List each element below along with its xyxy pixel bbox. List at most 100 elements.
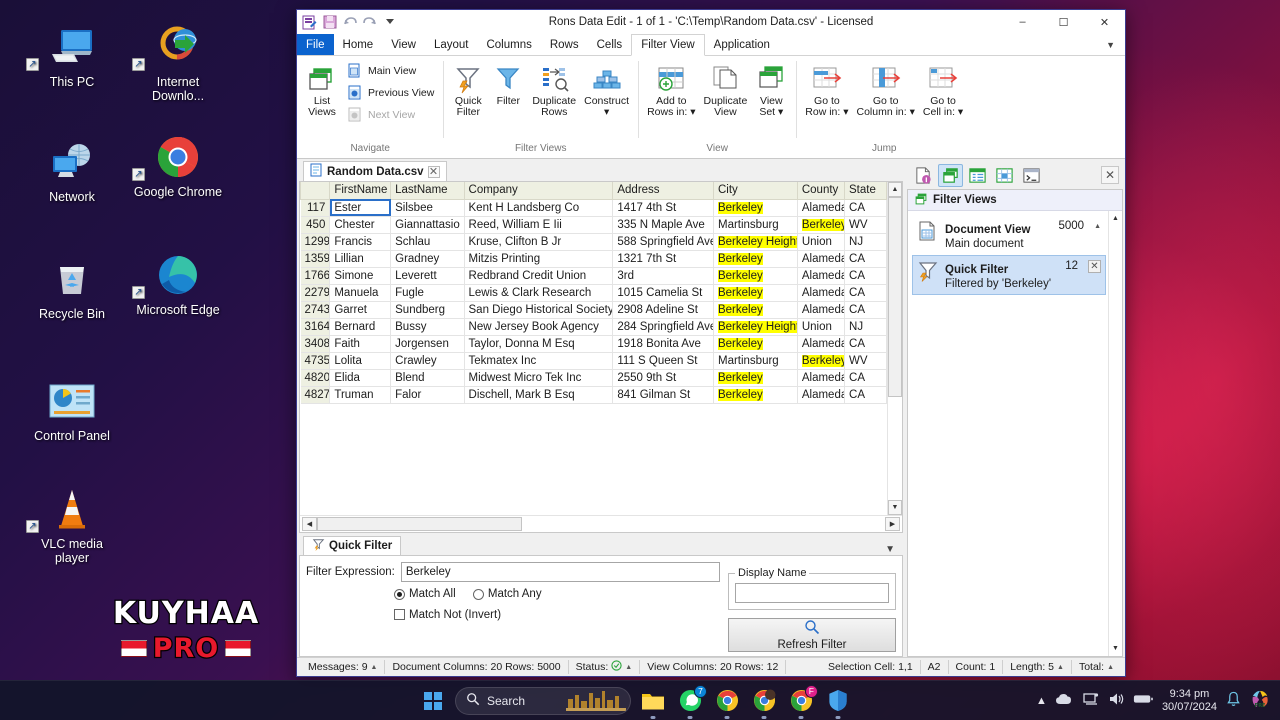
table-row[interactable]: 4820 Elida Blend Midwest Micro Tek Inc 2550 … [300, 369, 887, 387]
cell-lastname[interactable]: Schlau [390, 233, 465, 251]
filter-button[interactable]: Filter [488, 60, 528, 109]
bell-icon[interactable] [1226, 691, 1241, 710]
cell-lastname[interactable]: Giannattasio [390, 216, 465, 234]
desktop-icon-recycle-bin[interactable]: Recycle Bin [24, 254, 120, 321]
quick-filter-tab[interactable]: Quick Filter [303, 536, 402, 555]
cell-lastname[interactable]: Bussy [390, 318, 465, 336]
cell-state[interactable]: NJ [844, 318, 887, 336]
tab-layout[interactable]: Layout [425, 34, 478, 55]
cell-lastname[interactable]: Leverett [390, 267, 465, 285]
duplicate-rows-button[interactable]: Duplicate Rows [528, 60, 580, 120]
cell-address[interactable]: 335 N Maple Ave [612, 216, 714, 234]
cell-city[interactable]: Berkeley [713, 386, 798, 404]
cell-address[interactable]: 1918 Bonita Ave [612, 335, 714, 353]
table-row[interactable]: 450 Chester Giannattasio Reed, William E Ii… [300, 216, 887, 234]
caret-up-icon[interactable]: ▲ [371, 664, 378, 671]
cell-county[interactable]: Alameda [797, 250, 846, 268]
cell-lastname[interactable]: Gradney [390, 250, 465, 268]
cell-county[interactable]: Berkeley [797, 216, 846, 234]
cell-company[interactable]: Redbrand Credit Union [464, 267, 614, 285]
chevron-down-icon[interactable]: ▼ [1096, 34, 1125, 55]
caret-up-icon[interactable]: ▲ [1057, 664, 1064, 671]
scroll-left-arrow-icon[interactable]: ◀ [302, 517, 317, 531]
minimize-button[interactable]: – [1002, 10, 1043, 34]
console-icon[interactable] [1019, 164, 1044, 187]
cell-company[interactable]: Kruse, Clifton B Jr [464, 233, 614, 251]
cell-county[interactable]: Alameda [797, 369, 846, 387]
row-id-cell[interactable]: 2279 [300, 284, 331, 302]
quick-filter-button[interactable]: Quick Filter [448, 60, 488, 120]
grid-column-header-city[interactable]: City [712, 182, 798, 200]
grid-viewport[interactable]: FirstName LastName Company Address City Count… [300, 182, 887, 515]
tab-rows[interactable]: Rows [541, 34, 588, 55]
cell-state[interactable]: NJ [844, 233, 887, 251]
cell-county[interactable]: Union [797, 233, 846, 251]
cell-city[interactable]: Berkeley [713, 369, 798, 387]
cell-city[interactable]: Berkeley [713, 301, 798, 319]
cell-address[interactable]: 588 Springfield Ave [612, 233, 714, 251]
tab-columns[interactable]: Columns [477, 34, 540, 55]
cell-firstname[interactable]: Manuela [329, 284, 392, 302]
cell-address[interactable]: 2550 9th St [612, 369, 714, 387]
previous-view-button[interactable]: Previous View [342, 82, 438, 104]
chevron-up-icon[interactable]: ▲ [1036, 695, 1047, 707]
grid-column-header-lastname[interactable]: LastName [390, 182, 465, 200]
cell-state[interactable]: CA [844, 369, 887, 387]
cell-company[interactable]: Dischell, Mark B Esq [464, 386, 614, 404]
table-row[interactable]: 117 Ester Silsbee Kent H Landsberg Co 1417 4… [300, 199, 887, 217]
cell-city[interactable]: Berkeley [713, 267, 798, 285]
view-set-button[interactable]: View Set ▾ [751, 60, 791, 120]
cell-county[interactable]: Alameda [797, 335, 846, 353]
whatsapp-icon[interactable]: 7 [675, 684, 707, 719]
tab-view[interactable]: View [382, 34, 425, 55]
remove-filter-view-icon[interactable]: ✕ [1088, 260, 1101, 273]
battery-icon[interactable] [1133, 693, 1153, 708]
cell-state[interactable]: CA [844, 301, 887, 319]
redo-icon[interactable] [361, 14, 378, 31]
cell-county[interactable]: Alameda [797, 199, 846, 217]
cell-firstname[interactable]: Lolita [329, 352, 392, 370]
cell-state[interactable]: CA [844, 284, 887, 302]
chrome-profile-icon[interactable] [749, 686, 779, 719]
chrome-facebook-icon[interactable]: F [786, 684, 818, 719]
cell-company[interactable]: Kent H Landsberg Co [464, 199, 614, 217]
hscroll-thumb[interactable] [317, 517, 522, 531]
tab-file[interactable]: File [297, 34, 334, 55]
list-item-document-view[interactable]: Document View Main document 5000 ▲ [912, 215, 1106, 255]
display-name-input[interactable] [735, 583, 889, 603]
windows-start-icon[interactable] [418, 686, 448, 716]
filter-views-icon[interactable] [938, 163, 963, 187]
cell-address[interactable]: 3rd [612, 267, 714, 285]
app-icon[interactable] [301, 14, 318, 31]
cell-lastname[interactable]: Sundberg [390, 301, 465, 319]
google-chrome-icon[interactable] [712, 686, 742, 719]
go-to-column-button[interactable]: Go to Column in: ▾ [853, 60, 919, 120]
copilot-icon[interactable]: PRE [1250, 689, 1270, 712]
grid-column-header-firstname[interactable]: FirstName [329, 182, 392, 200]
cell-firstname[interactable]: Simone [329, 267, 392, 285]
match-all-radio[interactable]: Match All [394, 588, 456, 600]
document-info-icon[interactable] [911, 164, 936, 187]
chevron-down-icon[interactable]: ▼ [877, 544, 903, 555]
cell-city[interactable]: Berkeley Heights [713, 233, 798, 251]
desktop-icon-network[interactable]: Network [24, 137, 120, 204]
refresh-filter-button[interactable]: Refresh Filter [728, 618, 896, 652]
table-row[interactable]: 4827 Truman Falor Dischell, Mark B Esq 841 G… [300, 386, 887, 404]
table-row[interactable]: 2743 Garret Sundberg San Diego Historical S… [300, 301, 887, 319]
list-views-button[interactable]: List Views [302, 60, 342, 120]
grid-column-header-state[interactable]: State [844, 182, 887, 200]
row-id-cell[interactable]: 2743 [300, 301, 331, 319]
table-row[interactable]: 4735 Lolita Crawley Tekmatex Inc 111 S Queen… [300, 352, 887, 370]
cell-county[interactable]: Berkeley [797, 352, 846, 370]
scroll-down-arrow-icon[interactable]: ▼ [1109, 641, 1122, 656]
cell-company[interactable]: Mitzis Printing [464, 250, 614, 268]
windows-security-icon[interactable] [823, 686, 853, 719]
close-panel-icon[interactable]: ✕ [1101, 166, 1119, 184]
cell-company[interactable]: Tekmatex Inc [464, 352, 614, 370]
table-row[interactable]: 2279 Manuela Fugle Lewis & Clark Research 10… [300, 284, 887, 302]
table-row[interactable]: 3408 Faith Jorgensen Taylor, Donna M Esq 191… [300, 335, 887, 353]
cell-company[interactable]: Lewis & Clark Research [464, 284, 614, 302]
cell-address[interactable]: 1015 Camelia St [612, 284, 714, 302]
cell-address[interactable]: 284 Springfield Ave [612, 318, 714, 336]
cell-state[interactable]: CA [844, 335, 887, 353]
